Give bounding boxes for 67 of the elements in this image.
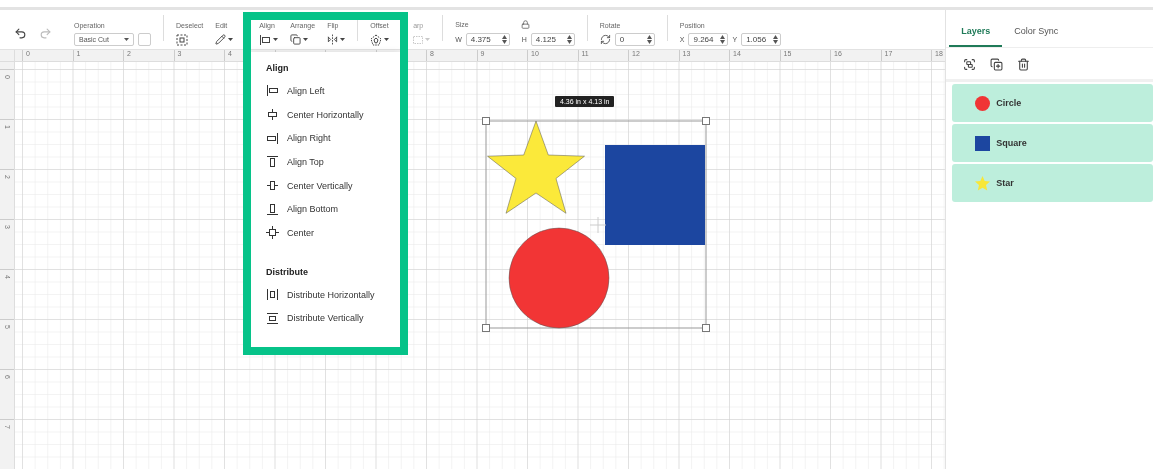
delete-button[interactable]	[1017, 58, 1031, 71]
menu-item[interactable]: Align Top	[266, 150, 324, 174]
layer-item[interactable]: Star	[952, 164, 1153, 202]
layer-name: Square	[996, 138, 1027, 148]
y-position-field[interactable]: 1.056	[741, 33, 782, 46]
align-option-icon	[266, 202, 279, 216]
rotate-field[interactable]: 0	[614, 33, 655, 46]
offset-icon	[370, 33, 383, 46]
spinner-icon[interactable]	[566, 35, 572, 44]
spinner-icon[interactable]	[773, 35, 779, 44]
arrange-icon	[290, 34, 302, 45]
rotate-icon[interactable]	[599, 34, 611, 45]
panel-tab[interactable]: Layers	[949, 26, 1003, 47]
circle-shape[interactable]	[508, 227, 610, 329]
spinner-icon[interactable]	[646, 35, 652, 44]
menu-item[interactable]: Center	[266, 221, 314, 245]
caret-icon	[340, 37, 346, 42]
lock-icon[interactable]	[520, 20, 530, 29]
align-option-icon	[266, 179, 279, 193]
flip-button[interactable]	[327, 33, 346, 46]
width-field[interactable]: 4.375	[465, 33, 510, 46]
panel-tab[interactable]: Color Sync	[1002, 26, 1071, 47]
undo-button[interactable]	[14, 27, 27, 40]
menu-item[interactable]: Align Left	[266, 79, 325, 103]
spinner-icon[interactable]	[501, 35, 507, 44]
menu-item[interactable]: Distribute Horizontally	[266, 282, 375, 307]
layer-name: Circle	[996, 98, 1022, 108]
align-option-icon	[266, 131, 279, 145]
duplicate-button[interactable]	[990, 58, 1004, 71]
menu-item[interactable]: Align Bottom	[266, 197, 339, 222]
crosshair-icon	[589, 216, 607, 234]
menu-heading: Align	[266, 63, 290, 73]
spinner-icon[interactable]	[720, 35, 726, 44]
deselect-icon	[176, 33, 188, 46]
align-button[interactable]	[259, 33, 279, 46]
group-button[interactable]	[963, 58, 977, 71]
menu-item[interactable]: Center Vertically	[266, 173, 353, 198]
x-position-field[interactable]: 9.264	[688, 33, 729, 46]
align-option-icon	[266, 84, 279, 98]
align-icon	[259, 33, 272, 46]
align-option-icon	[266, 155, 279, 169]
layer-item[interactable]: Circle	[952, 84, 1153, 122]
offset-button[interactable]	[370, 33, 390, 46]
warp-icon	[413, 35, 424, 44]
caret-icon	[273, 37, 279, 42]
star-shape[interactable]	[487, 120, 585, 214]
layer-name: Star	[996, 178, 1014, 188]
caret-icon	[384, 37, 390, 42]
color-swatch[interactable]	[138, 33, 151, 46]
caret-icon	[425, 37, 431, 42]
menu-item[interactable]: Center Horizontally	[266, 102, 364, 127]
edit-button[interactable]	[215, 33, 234, 46]
menu-item[interactable]: Distribute Vertically	[266, 306, 364, 331]
pencil-icon	[215, 34, 227, 45]
caret-icon	[124, 37, 129, 42]
align-option-icon	[266, 226, 279, 240]
menu-heading: Distribute	[266, 266, 309, 277]
caret-icon	[228, 37, 234, 42]
layer-item[interactable]: Square	[952, 124, 1153, 162]
height-field[interactable]: 4.125	[530, 33, 575, 46]
align-option-icon	[266, 288, 279, 302]
align-option-icon	[266, 108, 279, 122]
menu-item[interactable]: Align Right	[266, 126, 331, 151]
caret-icon	[303, 37, 309, 42]
selection-frame[interactable]	[482, 117, 710, 332]
flip-icon	[327, 34, 339, 45]
align-option-icon	[266, 311, 279, 325]
